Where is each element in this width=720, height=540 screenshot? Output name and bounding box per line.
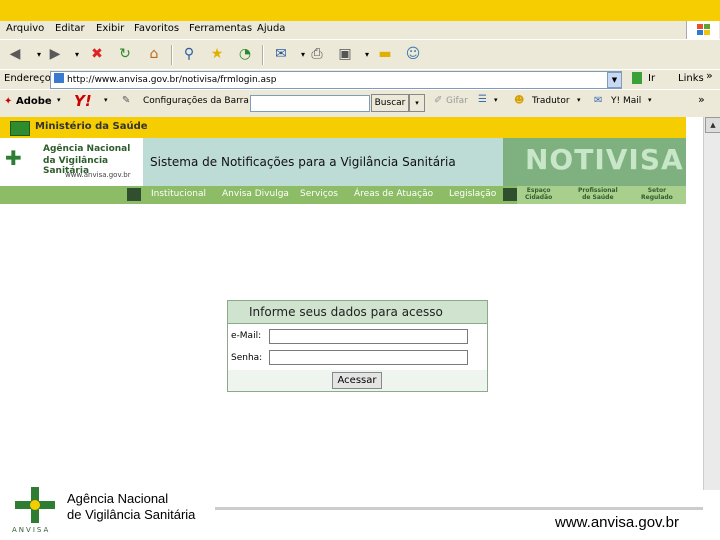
vertical-scrollbar[interactable]: ▲ [703, 117, 720, 490]
side-link-cidadao[interactable]: Espaço Cidadão [525, 187, 552, 201]
password-field[interactable] [269, 350, 468, 365]
nav-areas-atuacao[interactable]: Áreas de Atuação [354, 189, 433, 199]
save-icon: ✐ [434, 95, 443, 106]
nav-servicos[interactable]: Serviços [300, 189, 338, 199]
search-button[interactable]: Buscar [371, 94, 409, 112]
history-icon[interactable]: ◔ [234, 43, 256, 65]
submit-button[interactable]: Acessar [332, 372, 382, 389]
email-label: e-Mail: [231, 331, 262, 341]
pencil-icon: ✎ [122, 95, 131, 106]
system-title: Sistema de Notificações para a Vigilânci… [150, 155, 456, 169]
yahoo-logo[interactable]: Y! [74, 92, 92, 110]
menu-item-ajuda[interactable]: Ajuda [257, 23, 285, 34]
header-agency-url: www.anvisa.gov.br [65, 171, 131, 179]
mail-dropdown-icon[interactable]: ▾ [648, 96, 652, 104]
search-dropdown-icon[interactable]: ▾ [409, 94, 425, 112]
side-links: Espaço Cidadão Profissional de Saúde Setor… [517, 186, 686, 204]
ministry-label[interactable]: Ministério da Saúde [35, 121, 148, 132]
menu-item-exibir[interactable]: Exibir [96, 23, 124, 34]
go-button[interactable]: Ir [648, 73, 655, 84]
adobe-button[interactable]: Adobe [16, 96, 52, 107]
address-label: Endereço [4, 73, 51, 84]
yahoo-mail-button[interactable]: Y! Mail [611, 96, 641, 106]
nav-institucional[interactable]: Institucional [151, 189, 206, 199]
login-form: Informe seus dados para acesso e-Mail: S… [227, 300, 488, 392]
yahoo-toolbar: ✦ Adobe ▾ Y! ▾ ✎ Configurações da Barra … [0, 89, 720, 116]
login-header: Informe seus dados para acesso [228, 301, 487, 324]
login-fields-area: e-Mail: Senha: [228, 324, 487, 370]
adobe-icon[interactable]: ✦ [4, 96, 12, 107]
forward-icon[interactable]: ▶ [44, 43, 66, 65]
toolbar-settings-button[interactable]: Configurações da Barra [143, 96, 249, 106]
address-dropdown-icon[interactable]: ▼ [607, 72, 622, 88]
adobe-dropdown-icon[interactable]: ▾ [57, 96, 61, 104]
brazil-flag-icon [10, 121, 30, 136]
messenger-icon[interactable]: ☺ [402, 43, 424, 65]
menu-item-arquivo[interactable]: Arquivo [6, 23, 44, 34]
email-field[interactable] [269, 329, 468, 344]
anvisa-cross-icon: ✚ [5, 146, 22, 170]
save-button[interactable]: Gifar [446, 96, 468, 106]
footer-agency-line1: Agência Nacional [67, 491, 169, 506]
header-agency-line1: Agência Nacional [43, 144, 131, 154]
yahoo-dropdown-icon[interactable]: ▾ [104, 96, 108, 104]
footer-divider [215, 507, 703, 510]
mail-envelope-icon: ✉ [594, 95, 603, 106]
refresh-icon[interactable]: ↻ [114, 43, 136, 65]
menu-item-editar[interactable]: Editar [55, 23, 85, 34]
site-header: ✚ Agência Nacional da Vigilância Sanitár… [0, 138, 686, 186]
yahoo-search-input[interactable] [250, 95, 370, 112]
site-nav: Institucional Anvisa Divulga Serviços Ár… [0, 186, 686, 204]
mail-icon[interactable]: ✉ [270, 43, 292, 65]
address-url: http://www.anvisa.gov.br/notivisa/frmlog… [67, 75, 277, 85]
side-link-setor[interactable]: Setor Regulado [641, 187, 673, 201]
edit-icon[interactable]: ▣ [334, 43, 356, 65]
list-dropdown-icon[interactable]: ▾ [494, 96, 498, 104]
address-input[interactable]: http://www.anvisa.gov.br/notivisa/frmlog… [50, 71, 622, 89]
notivisa-banner: NOTIVISA [503, 138, 686, 186]
menu-bar: Arquivo Editar Exibir Favoritos Ferramen… [0, 21, 720, 39]
footer-url[interactable]: www.anvisa.gov.br [555, 514, 679, 531]
search-icon[interactable]: ⚲ [178, 43, 200, 65]
nav-legislacao[interactable]: Legislação [449, 189, 496, 199]
toolbar-chevron-icon[interactable]: » [698, 93, 705, 106]
footer-logo-text: ANVISA [12, 526, 51, 534]
translator-button[interactable]: Tradutor [532, 96, 570, 106]
nav-anvisa-divulga[interactable]: Anvisa Divulga [222, 189, 289, 199]
print-icon[interactable]: ⎙ [306, 43, 328, 65]
discuss-icon[interactable]: ▬ [374, 43, 396, 65]
favorites-star-icon[interactable]: ★ [206, 43, 228, 65]
notivisa-logo: NOTIVISA [525, 143, 684, 176]
password-label: Senha: [231, 353, 263, 363]
list-icon[interactable]: ☰ [478, 94, 487, 105]
back-icon[interactable]: ◀ [4, 43, 26, 65]
footer-logo: ANVISA [10, 485, 60, 535]
footer-agency-line2: de Vigilância Sanitária [67, 507, 196, 522]
system-title-block: Sistema de Notificações para a Vigilânci… [143, 138, 503, 186]
go-arrow-icon[interactable] [632, 72, 642, 84]
translator-dropdown-icon[interactable]: ▾ [577, 96, 581, 104]
menu-item-ferramentas[interactable]: Ferramentas [189, 23, 252, 34]
smiley-icon: ☻ [514, 95, 525, 106]
home-icon[interactable]: ⌂ [143, 43, 165, 65]
anvisa-logo-block[interactable]: ✚ Agência Nacional da Vigilância Sanitár… [0, 138, 143, 186]
page-icon [54, 73, 64, 83]
login-title: Informe seus dados para acesso [249, 305, 443, 319]
side-link-profissional[interactable]: Profissional de Saúde [578, 187, 618, 201]
links-button[interactable]: Links [678, 73, 704, 84]
stop-icon[interactable]: ✖ [86, 43, 108, 65]
ministry-bar: Ministério da Saúde [0, 117, 686, 138]
windows-logo-icon [686, 21, 719, 39]
slide-top-bar [0, 0, 720, 21]
menu-item-favoritos[interactable]: Favoritos [134, 23, 179, 34]
side-arrow-icon [503, 188, 517, 201]
links-chevron-icon[interactable]: » [706, 69, 713, 82]
nav-arrow-icon [127, 188, 141, 201]
scroll-up-icon[interactable]: ▲ [705, 117, 720, 133]
standard-toolbar: ◀ ▾ ▶ ▾ ✖ ↻ ⌂ ⚲ ★ ◔ ✉ ▾ ⎙ ▣ ▾ ▬ ☺ [0, 39, 720, 70]
forward-dropdown-icon[interactable]: ▾ [66, 43, 88, 65]
